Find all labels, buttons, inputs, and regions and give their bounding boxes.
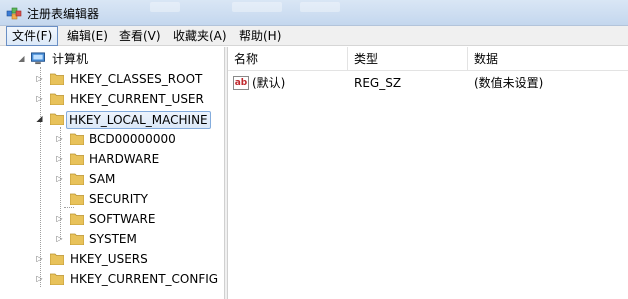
tree-node-label: HARDWARE	[89, 152, 160, 166]
collapsed-arrow-icon[interactable]: ▷	[55, 134, 64, 143]
value-data: (数值未设置)	[474, 76, 544, 90]
tree-node-label: HKEY_USERS	[70, 252, 148, 266]
tree-node-label: SOFTWARE	[89, 212, 156, 226]
column-header-name[interactable]: 名称	[228, 47, 348, 71]
tree-node-label: SYSTEM	[89, 232, 137, 246]
tree-node-hkey-current-config[interactable]: ▷ HKEY_CURRENT_CONFIG	[0, 270, 224, 288]
regedit-app-icon	[6, 7, 22, 20]
tree-node-bcd00000000[interactable]: ▷ BCD00000000	[0, 130, 220, 148]
value-type: REG_SZ	[354, 76, 402, 90]
title-decoration	[150, 2, 180, 12]
menu-help[interactable]: 帮助(H)	[234, 26, 286, 46]
folder-icon	[70, 233, 84, 245]
tree-node-software[interactable]: ▷ SOFTWARE	[0, 210, 220, 228]
folder-icon	[50, 113, 64, 125]
tree-node-hkey-users[interactable]: ▷ HKEY_USERS	[0, 250, 220, 268]
tree-node-hardware[interactable]: ▷ HARDWARE	[0, 150, 220, 168]
folder-icon	[50, 73, 64, 85]
tree-node-hkey-local-machine[interactable]: ◢ HKEY_LOCAL_MACHINE	[0, 110, 220, 129]
folder-icon	[70, 193, 84, 205]
menu-favorites[interactable]: 收藏夹(A)	[168, 26, 232, 46]
title-decoration	[232, 2, 282, 12]
column-header-type[interactable]: 类型	[348, 47, 468, 71]
collapsed-arrow-icon[interactable]: ▷	[35, 94, 44, 103]
collapsed-arrow-icon[interactable]: ▷	[55, 154, 64, 163]
values-list[interactable]: 名称 类型 数据 ab (默认) REG_SZ (数值未设置)	[228, 47, 628, 299]
tree-node-security[interactable]: SECURITY	[0, 190, 220, 208]
tree-node-label: HKEY_CLASSES_ROOT	[70, 72, 203, 86]
tree-node-hkey-current-user[interactable]: ▷ HKEY_CURRENT_USER	[0, 90, 220, 108]
collapsed-arrow-icon[interactable]: ▷	[35, 274, 44, 283]
tree-node-label: SECURITY	[89, 192, 148, 206]
tree-node-computer[interactable]: ◢ 计算机	[0, 50, 220, 68]
window-title: 注册表编辑器	[27, 7, 100, 21]
computer-icon	[31, 52, 45, 65]
folder-icon	[50, 273, 64, 285]
folder-icon	[70, 213, 84, 225]
folder-icon	[70, 153, 84, 165]
expanded-arrow-icon[interactable]: ◢	[35, 114, 44, 123]
folder-icon	[50, 93, 64, 105]
folder-icon	[70, 133, 84, 145]
folder-icon	[50, 253, 64, 265]
column-header-data[interactable]: 数据	[468, 47, 628, 71]
tree-node-label: HKEY_CURRENT_USER	[70, 92, 204, 106]
tree-node-label: HKEY_LOCAL_MACHINE	[66, 111, 211, 129]
collapsed-arrow-icon[interactable]: ▷	[55, 234, 64, 243]
tree-node-label: 计算机	[52, 52, 89, 66]
registry-tree[interactable]: ◢ 计算机 ▷ HKEY_CLASSES_ROOT ▷ HKEY_CURRENT…	[0, 47, 224, 299]
tree-node-label: BCD00000000	[89, 132, 176, 146]
menu-file[interactable]: 文件(F)	[6, 26, 59, 46]
expanded-arrow-icon[interactable]: ◢	[17, 54, 26, 63]
title-decoration	[300, 2, 340, 12]
tree-node-label: HKEY_CURRENT_CONFIG	[70, 272, 219, 286]
tree-node-hkey-classes-root[interactable]: ▷ HKEY_CLASSES_ROOT	[0, 70, 220, 88]
tree-node-sam[interactable]: ▷ SAM	[0, 170, 220, 188]
title-bar: 注册表编辑器	[0, 0, 628, 26]
collapsed-arrow-icon[interactable]: ▷	[55, 174, 64, 183]
folder-icon	[70, 173, 84, 185]
value-name: (默认)	[252, 76, 286, 90]
tree-node-label: SAM	[89, 172, 116, 186]
menu-edit[interactable]: 编辑(E)	[62, 26, 113, 46]
table-row[interactable]: (默认) REG_SZ (数值未设置)	[228, 73, 628, 93]
menu-bar: 文件(F) 编辑(E) 查看(V) 收藏夹(A) 帮助(H)	[0, 26, 628, 46]
collapsed-arrow-icon[interactable]: ▷	[35, 74, 44, 83]
collapsed-arrow-icon[interactable]: ▷	[55, 214, 64, 223]
collapsed-arrow-icon[interactable]: ▷	[35, 254, 44, 263]
menu-view[interactable]: 查看(V)	[114, 26, 166, 46]
tree-node-system[interactable]: ▷ SYSTEM	[0, 230, 220, 248]
